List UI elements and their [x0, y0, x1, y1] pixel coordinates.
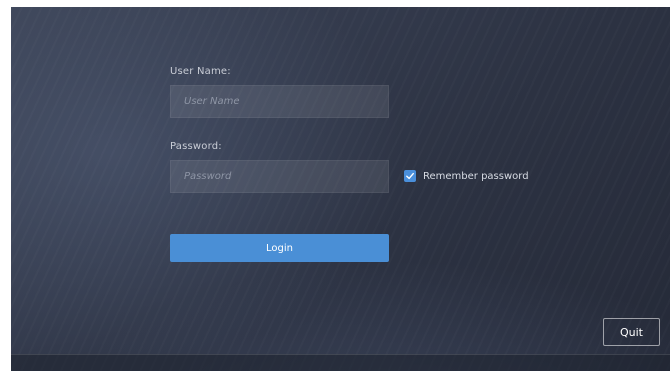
username-input[interactable]: [184, 96, 375, 107]
remember-password-checkbox[interactable]: Remember password: [404, 170, 529, 182]
username-label: User Name:: [170, 66, 231, 77]
bottom-bar: [11, 354, 670, 371]
quit-button[interactable]: Quit: [603, 318, 660, 346]
login-button[interactable]: Login: [170, 234, 389, 262]
password-field[interactable]: [170, 160, 389, 193]
password-input[interactable]: [184, 171, 375, 182]
login-screen: User Name: Password: Remember password L…: [11, 7, 670, 371]
checkmark-icon[interactable]: [404, 170, 416, 182]
username-field[interactable]: [170, 85, 389, 118]
password-label: Password:: [170, 141, 222, 152]
remember-password-label: Remember password: [423, 170, 529, 182]
